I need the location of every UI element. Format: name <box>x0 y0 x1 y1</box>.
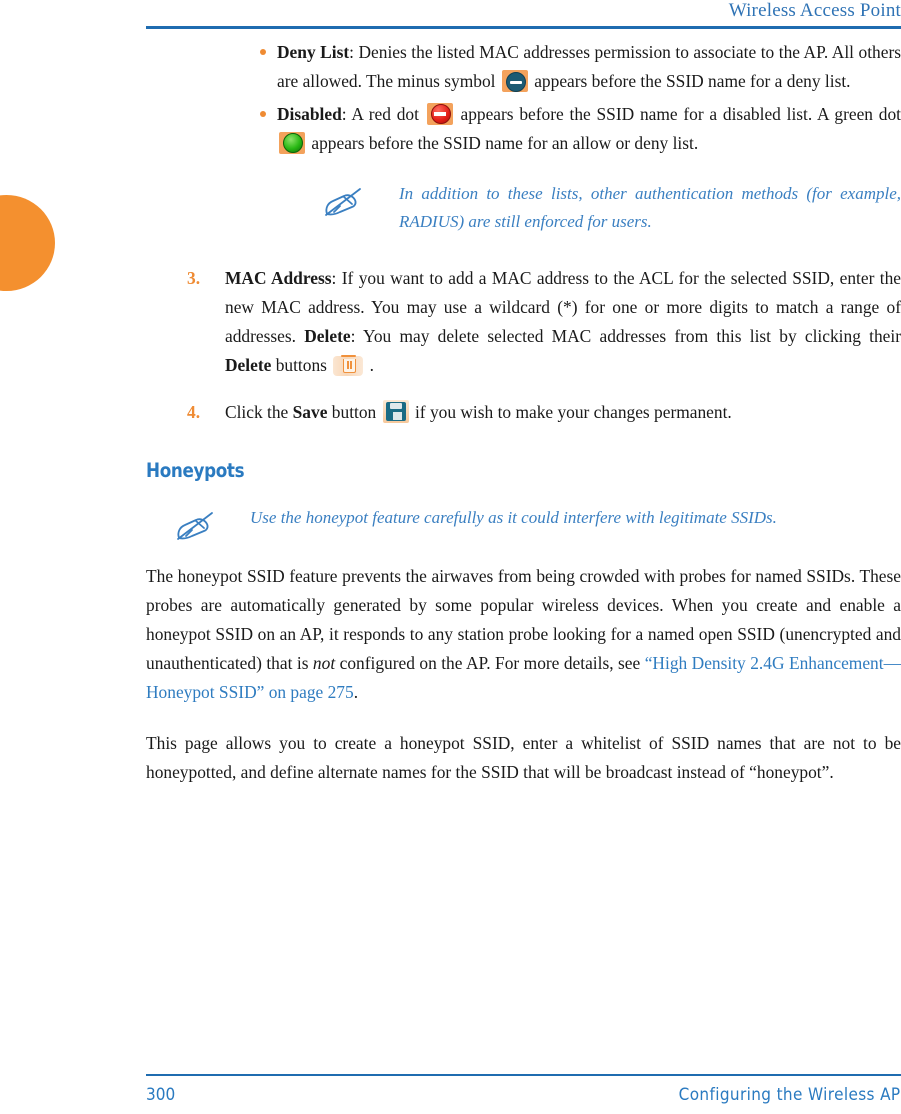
header-rule <box>146 26 901 29</box>
page-header: Wireless Access Point <box>146 0 901 26</box>
save-disk-icon <box>382 400 409 423</box>
page-edge-tab <box>0 195 55 291</box>
paragraph-emphasis-not: not <box>312 653 336 673</box>
term-disabled: Disabled <box>277 104 342 124</box>
note-text: In addition to these lists, other authen… <box>399 184 901 231</box>
trash-icon <box>333 355 364 376</box>
step-text-a: Click the <box>225 402 289 422</box>
note-pen-icon <box>322 184 364 218</box>
trash-glyph <box>341 355 357 373</box>
save-disk-glyph <box>385 402 406 421</box>
bullet-dot-icon <box>260 111 266 117</box>
term-delete: Delete <box>304 326 351 346</box>
page-footer: 300 Configuring the Wireless AP <box>146 1078 901 1114</box>
bullet-text-after: appears before the SSID name for a deny … <box>534 71 851 91</box>
page-content: Deny List: Denies the listed MAC address… <box>146 38 901 787</box>
step-number: 4. <box>187 402 201 422</box>
step-text-b: : You may delete selected MAC addresses … <box>350 326 901 346</box>
green-dot-glyph <box>283 133 303 153</box>
term-save: Save <box>292 402 328 422</box>
term-deny-list: Deny List <box>277 42 350 62</box>
note-callout: In addition to these lists, other authen… <box>146 180 901 236</box>
bullet-text-mid: appears before the SSID name for a disab… <box>460 104 901 124</box>
list-item: 4. Click the Save button if you wish to … <box>146 398 901 427</box>
step-text-b: button <box>331 402 377 422</box>
minus-glyph <box>505 72 526 92</box>
step-number: 3. <box>187 268 201 288</box>
list-item: Deny List: Denies the listed MAC address… <box>146 38 901 96</box>
bullet-dot-icon <box>260 49 266 55</box>
green-dot-icon <box>279 132 305 154</box>
bullet-text-before: : A red dot <box>341 104 419 124</box>
paragraph-text-b: configured on the AP. For more details, … <box>339 653 641 673</box>
step-text-c: buttons <box>275 355 327 375</box>
page-number: 300 <box>146 1085 176 1105</box>
term-delete-2: Delete <box>225 355 272 375</box>
step-text-c: if you wish to make your changes permane… <box>414 402 732 422</box>
red-dot-icon <box>426 103 453 125</box>
page-header-title: Wireless Access Point <box>728 0 901 21</box>
paragraph-page-purpose: This page allows you to create a honeypo… <box>146 733 901 782</box>
note-text: Use the honeypot feature carefully as it… <box>250 508 777 527</box>
note-pen-icon <box>174 508 216 542</box>
section-heading-honeypots: Honeypots <box>146 459 245 482</box>
paragraph-honeypot-description: The honeypot SSID feature prevents the a… <box>146 562 901 707</box>
term-mac-address: MAC Address <box>225 268 332 288</box>
list-item: 3. MAC Address: If you want to add a MAC… <box>146 264 901 380</box>
minus-circle-icon <box>501 70 528 92</box>
red-dot-glyph <box>430 104 451 124</box>
step-text-d: . <box>369 355 374 375</box>
definition-bullet-list: Deny List: Denies the listed MAC address… <box>146 38 901 158</box>
footer-section-title: Configuring the Wireless AP <box>679 1085 901 1105</box>
footer-rule <box>146 1074 901 1076</box>
list-item: Disabled: A red dot appears before the S… <box>146 100 901 158</box>
bullet-text-after: appears before the SSID name for an allo… <box>311 133 699 153</box>
paragraph-text-c: . <box>353 682 359 702</box>
numbered-step-list: 3. MAC Address: If you want to add a MAC… <box>146 264 901 427</box>
note-callout: Use the honeypot feature carefully as it… <box>146 504 901 540</box>
